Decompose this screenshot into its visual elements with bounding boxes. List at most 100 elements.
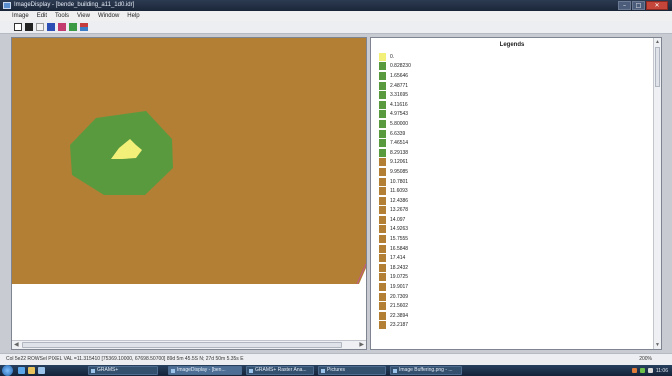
- ie-icon[interactable]: [18, 367, 25, 374]
- scroll-up-icon[interactable]: ▲: [655, 39, 660, 45]
- map-canvas[interactable]: [12, 38, 366, 284]
- start-button[interactable]: [2, 365, 13, 376]
- legend-item: 19.0725: [379, 273, 639, 283]
- layer-green-icon[interactable]: [69, 23, 77, 31]
- taskbar-item-pictures[interactable]: Pictures: [318, 366, 386, 375]
- close-button[interactable]: ✕: [646, 1, 668, 10]
- legend-label: 8.29138: [390, 149, 409, 156]
- legend-swatch: [379, 158, 386, 167]
- folder-icon[interactable]: [28, 367, 35, 374]
- taskbar-item-grams[interactable]: GRAMS+: [88, 366, 158, 375]
- legend-item: 8.29138: [379, 148, 639, 158]
- legend-list: 0. 0.828230 1.65646 2.48771 3.31695 4.11616 4.…: [379, 52, 639, 330]
- legend-swatch: [379, 196, 386, 205]
- menu-help[interactable]: Help: [127, 13, 139, 19]
- legend-swatch: [379, 254, 386, 263]
- title-bar: ImageDisplay - [bende_building_a11_1d0.i…: [0, 0, 672, 11]
- taskbar-item-raster-analysis[interactable]: GRAMS+ Raster Ana...: [246, 366, 314, 375]
- taskbar-item-image-buffering[interactable]: Image Buffering.png - ...: [390, 366, 462, 375]
- legend-swatch: [379, 321, 386, 330]
- legend-label: 17.414: [390, 255, 406, 262]
- legend-label: 7.46514: [390, 140, 409, 147]
- cut-icon[interactable]: [36, 23, 44, 31]
- legend-swatch: [379, 91, 386, 100]
- scroll-thumb[interactable]: [22, 342, 342, 348]
- legend-label: 9.12061: [390, 159, 409, 166]
- tray-network-icon[interactable]: [639, 368, 645, 373]
- map-background: [12, 38, 366, 284]
- legend-label: 19.0725: [390, 274, 409, 281]
- app-icon: [3, 2, 11, 9]
- minimize-button[interactable]: –: [618, 1, 631, 10]
- layer-blue-icon[interactable]: [47, 23, 55, 31]
- legend-label: 3.31695: [390, 92, 409, 99]
- legend-title: Legends: [499, 42, 525, 48]
- legend-item: 17.414: [379, 253, 639, 263]
- legend-item: 15.7555: [379, 234, 639, 244]
- palette-icon[interactable]: [80, 23, 88, 31]
- pan-tool-icon[interactable]: [25, 23, 33, 31]
- menu-edit[interactable]: Edit: [37, 13, 47, 19]
- legend-panel: Legends 0. 0.828230 1.65646 2.48771 3.31695 4…: [370, 37, 662, 350]
- legend-item: 11.6093: [379, 186, 639, 196]
- layer-magenta-icon[interactable]: [58, 23, 66, 31]
- legend-item: 1.65646: [379, 71, 639, 81]
- menu-tools[interactable]: Tools: [55, 13, 69, 19]
- select-tool-icon[interactable]: [14, 23, 22, 31]
- legend-item: 2.48771: [379, 81, 639, 91]
- legend-label: 2.48771: [390, 82, 409, 89]
- legend-item: 19.9017: [379, 282, 639, 292]
- tray-volume-icon[interactable]: [647, 368, 653, 373]
- legend-swatch: [379, 148, 386, 157]
- show-desktop-icon[interactable]: [38, 367, 45, 374]
- legend-label: 4.97543: [390, 111, 409, 118]
- taskbar: GRAMS+ ImageDisplay - [ben... GRAMS+ Ras…: [0, 365, 672, 376]
- maximize-button[interactable]: □: [632, 1, 645, 10]
- legend-label: 12.4386: [390, 197, 409, 204]
- legend-label: 10.7801: [390, 178, 409, 185]
- legend-swatch: [379, 302, 386, 311]
- system-tray: 11:06: [631, 365, 668, 376]
- legend-label: 1.65646: [390, 72, 409, 79]
- status-bar: Col 5e22 ROWSel PIXEL VAL =11.315410 [75…: [0, 353, 672, 365]
- legend-swatch: [379, 235, 386, 244]
- legend-item: 22.3894: [379, 311, 639, 321]
- legend-label: 16.5848: [390, 245, 409, 252]
- legend-swatch: [379, 62, 386, 71]
- legend-item: 9.12061: [379, 158, 639, 168]
- map-panel: ◀ ▶: [11, 37, 367, 350]
- menu-view[interactable]: View: [77, 13, 90, 19]
- window-title: ImageDisplay - [bende_building_a11_1d0.i…: [14, 2, 135, 8]
- legend-item: 12.4386: [379, 196, 639, 206]
- legend-label: 11.6093: [390, 188, 408, 195]
- legend-item: 23.2187: [379, 321, 639, 331]
- legend-swatch: [379, 110, 386, 119]
- legend-label: 19.9017: [390, 284, 409, 291]
- menu-image[interactable]: Image: [12, 13, 29, 19]
- legend-item: 13.2678: [379, 206, 639, 216]
- legend-item: 5.80000: [379, 119, 639, 129]
- legend-label: 4.11616: [390, 101, 408, 108]
- legend-swatch: [379, 139, 386, 148]
- legend-swatch: [379, 129, 386, 138]
- legend-swatch: [379, 283, 386, 292]
- legend-swatch: [379, 177, 386, 186]
- map-horizontal-scrollbar[interactable]: ◀ ▶: [12, 340, 366, 349]
- tray-app-icon[interactable]: [631, 368, 637, 373]
- zoom-level: 200%: [639, 356, 652, 362]
- legend-label: 14.9263: [390, 226, 409, 233]
- menu-window[interactable]: Window: [98, 13, 119, 19]
- scroll-down-icon[interactable]: ▼: [655, 342, 660, 348]
- legend-swatch: [379, 100, 386, 109]
- scroll-right-icon[interactable]: ▶: [359, 341, 364, 349]
- legend-vertical-scrollbar[interactable]: ▲ ▼: [653, 38, 661, 349]
- taskbar-item-imagedisplay[interactable]: ImageDisplay - [ben...: [168, 366, 242, 375]
- legend-swatch: [379, 52, 386, 61]
- legend-swatch: [379, 119, 386, 128]
- legend-label: 6.6339: [390, 130, 406, 137]
- legend-swatch: [379, 81, 386, 90]
- scroll-left-icon[interactable]: ◀: [14, 341, 19, 349]
- scroll-thumb[interactable]: [655, 47, 660, 87]
- legend-item: 9.95085: [379, 167, 639, 177]
- legend-label: 14.097: [390, 216, 406, 223]
